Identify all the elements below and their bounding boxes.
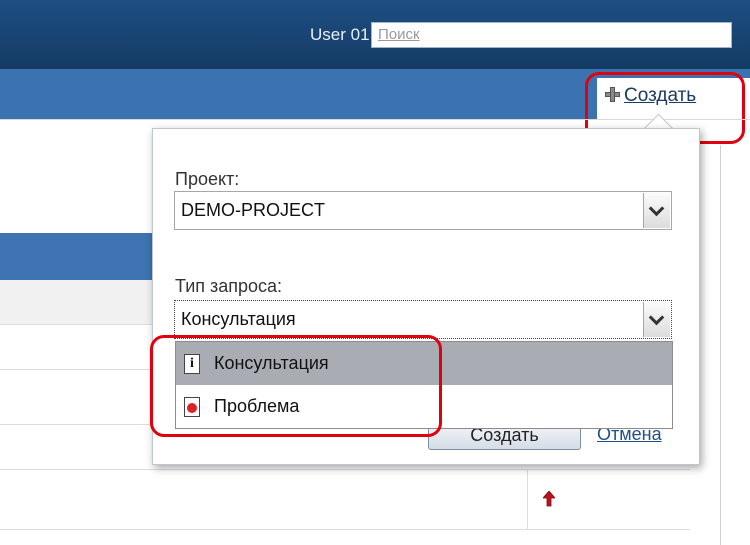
request-type-dropdown-button[interactable] bbox=[643, 302, 670, 337]
highlight-ring-options bbox=[150, 335, 442, 437]
chevron-down-icon bbox=[648, 200, 665, 217]
priority-up-icon bbox=[543, 491, 555, 507]
project-value: DEMO-PROJECT bbox=[181, 200, 325, 220]
search-placeholder: Поиск bbox=[378, 26, 420, 43]
table-row bbox=[0, 470, 690, 530]
user-name: User 01 bbox=[310, 25, 370, 44]
project-select[interactable]: DEMO-PROJECT bbox=[174, 191, 672, 230]
chevron-down-icon bbox=[648, 309, 665, 326]
top-header-bar: User 01 | Поиск bbox=[0, 0, 750, 69]
table-column-divider bbox=[527, 470, 528, 530]
page-divider bbox=[0, 119, 750, 120]
search-input[interactable]: Поиск bbox=[371, 22, 732, 48]
request-type-select[interactable]: Консультация bbox=[174, 300, 672, 339]
project-label: Проект: bbox=[175, 169, 240, 189]
page-divider bbox=[720, 145, 721, 545]
request-type-value: Консультация bbox=[181, 309, 296, 329]
project-dropdown-button[interactable] bbox=[643, 193, 670, 228]
request-type-label: Тип запроса: bbox=[175, 276, 283, 296]
